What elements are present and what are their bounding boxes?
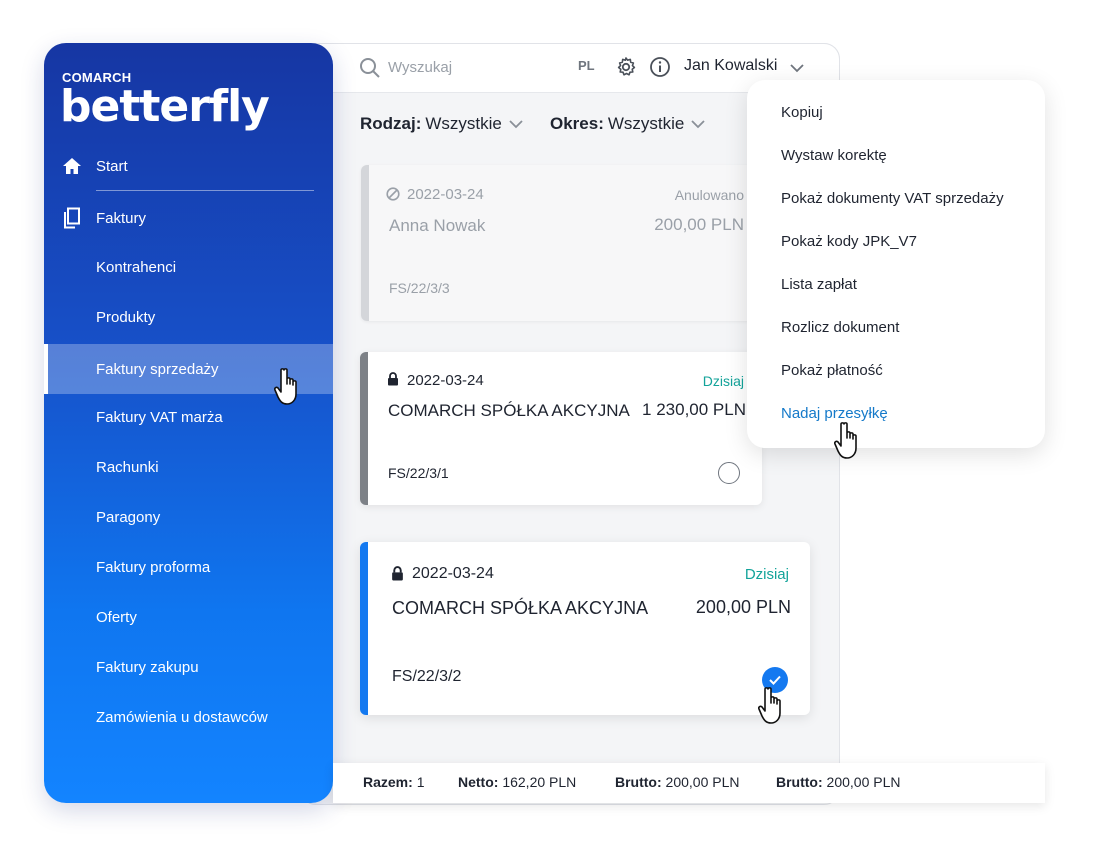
document-card[interactable]: 2022-03-24 Dzisiaj COMARCH SPÓŁKA AKCYJN… xyxy=(360,352,762,505)
sidebar-item-start[interactable]: Start xyxy=(44,141,333,191)
card-status-bar xyxy=(360,542,368,715)
sidebar-item-label: Rachunki xyxy=(96,458,159,476)
document-date: 2022-03-24 xyxy=(407,372,484,389)
filter-kind-label: Rodzaj: xyxy=(360,114,422,133)
sidebar-item-label: Paragony xyxy=(96,508,161,526)
sidebar-item-label: Faktury proforma xyxy=(96,558,211,576)
filter-period-label: Okres: xyxy=(550,114,604,133)
sidebar-item-paragony[interactable]: Paragony xyxy=(44,492,333,542)
document-amount: 200,00 PLN xyxy=(654,215,744,234)
summary-gross: Brutto: 200,00 PLN xyxy=(615,774,740,790)
lock-icon xyxy=(392,566,403,581)
document-contractor: COMARCH SPÓŁKA AKCYJNA xyxy=(392,598,649,618)
sidebar-item-kontrahenci[interactable]: Kontrahenci xyxy=(44,242,333,292)
sidebar-item-faktury[interactable]: Faktury xyxy=(44,193,333,243)
cancelled-icon xyxy=(386,187,400,201)
document-contractor: COMARCH SPÓŁKA AKCYJNA xyxy=(388,401,630,420)
hand-cursor-icon xyxy=(834,422,857,459)
document-card[interactable]: 2022-03-24 Anulowano Anna Nowak 200,00 P… xyxy=(361,165,756,321)
document-card[interactable]: 2022-03-24 Dzisiaj COMARCH SPÓŁKA AKCYJN… xyxy=(360,542,810,715)
documents-icon xyxy=(62,207,82,229)
summary-gross-value: 200,00 PLN xyxy=(665,774,740,790)
chevron-down-icon xyxy=(509,120,523,129)
sidebar-divider xyxy=(96,190,314,191)
sidebar-item-label: Produkty xyxy=(96,308,156,326)
summary-gross2-label: Brutto: xyxy=(776,774,823,790)
sidebar-item-faktury-zakupu[interactable]: Faktury zakupu xyxy=(44,642,333,692)
sidebar-item-label: Faktury sprzedaży xyxy=(96,360,219,378)
sidebar-item-oferty[interactable]: Oferty xyxy=(44,592,333,642)
document-status: Anulowano xyxy=(674,187,744,203)
chevron-down-icon xyxy=(691,120,706,129)
document-amount: 1 230,00 PLN xyxy=(642,400,746,419)
info-icon[interactable] xyxy=(649,56,671,83)
document-status: Dzisiaj xyxy=(744,566,789,583)
sidebar-item-label: Oferty xyxy=(96,608,137,626)
sidebar-item-label: Faktury xyxy=(96,209,147,227)
user-menu[interactable]: Jan Kowalski xyxy=(684,57,777,75)
select-checkbox[interactable] xyxy=(718,462,740,484)
context-menu: Kopiuj Wystaw korektę Pokaż dokumenty VA… xyxy=(747,80,1045,448)
summary-net: Netto: 162,20 PLN xyxy=(458,774,576,790)
document-number: FS/22/3/2 xyxy=(392,668,462,685)
language-switch[interactable]: PL xyxy=(578,58,595,73)
lock-icon xyxy=(388,372,398,386)
sidebar-item-label: Zamówienia u dostawców xyxy=(96,708,268,726)
brand-logo: betterfly xyxy=(60,81,270,132)
card-status-bar xyxy=(361,165,369,321)
home-icon xyxy=(62,156,82,176)
search-input[interactable]: Wyszukaj xyxy=(388,59,452,76)
card-status-bar xyxy=(360,352,368,505)
document-date: 2022-03-24 xyxy=(412,565,494,582)
document-number: FS/22/3/3 xyxy=(389,280,450,296)
summary-total-label: Razem: xyxy=(363,774,413,790)
hand-cursor-icon xyxy=(758,687,781,724)
summary-gross-label: Brutto: xyxy=(615,774,662,790)
document-contractor: Anna Nowak xyxy=(389,216,486,235)
summary-gross2-value: 200,00 PLN xyxy=(826,774,901,790)
document-number: FS/22/3/1 xyxy=(388,465,449,481)
chevron-down-icon[interactable] xyxy=(790,60,804,78)
document-amount: 200,00 PLN xyxy=(695,597,791,617)
sidebar-item-label: Start xyxy=(96,157,128,175)
summary-gross-2: Brutto: 200,00 PLN xyxy=(776,774,901,790)
filter-period-value: Wszystkie xyxy=(607,114,685,133)
menu-item-rozlicz-dokument[interactable]: Rozlicz dokument xyxy=(781,319,899,336)
menu-item-lista-zaplat[interactable]: Lista zapłat xyxy=(781,276,857,293)
hand-cursor-icon xyxy=(274,368,297,405)
document-status: Dzisiaj xyxy=(702,373,744,389)
sidebar-item-zamowienia[interactable]: Zamówienia u dostawców xyxy=(44,692,333,742)
filter-period[interactable]: Okres: Wszystkie xyxy=(550,114,706,134)
sidebar-item-faktury-proforma[interactable]: Faktury proforma xyxy=(44,542,333,592)
document-date: 2022-03-24 xyxy=(407,186,484,203)
sidebar-item-rachunki[interactable]: Rachunki xyxy=(44,442,333,492)
sidebar-item-produkty[interactable]: Produkty xyxy=(44,292,333,342)
check-icon xyxy=(769,675,781,685)
filter-kind[interactable]: Rodzaj: Wszystkie xyxy=(360,114,524,134)
menu-item-pokaz-kody-jpk[interactable]: Pokaż kody JPK_V7 xyxy=(781,233,917,250)
summary-total-value: 1 xyxy=(416,774,425,790)
sidebar-item-label: Kontrahenci xyxy=(96,258,177,276)
gear-icon[interactable] xyxy=(615,56,637,83)
summary-net-label: Netto: xyxy=(458,774,499,790)
summary-net-value: 162,20 PLN xyxy=(502,774,577,790)
summary-footer: Razem: 1 Netto: 162,20 PLN Brutto: 200,0… xyxy=(333,763,1045,803)
sidebar-item-label: Faktury VAT marża xyxy=(96,408,223,426)
menu-item-pokaz-platnosc[interactable]: Pokaż płatność xyxy=(781,362,883,379)
summary-total: Razem: 1 xyxy=(363,774,424,790)
sidebar-item-label: Faktury zakupu xyxy=(96,658,199,676)
search-icon[interactable] xyxy=(359,57,381,84)
sidebar: COMARCH betterfly Start Faktury Kontrahe… xyxy=(44,43,333,803)
menu-item-kopiuj[interactable]: Kopiuj xyxy=(781,104,823,121)
menu-item-wystaw-korekte[interactable]: Wystaw korektę xyxy=(781,147,887,164)
filter-kind-value: Wszystkie xyxy=(425,114,502,133)
menu-item-nadaj-przesylke[interactable]: Nadaj przesyłkę xyxy=(781,405,888,422)
menu-item-pokaz-dokumenty-vat[interactable]: Pokaż dokumenty VAT sprzedaży xyxy=(781,190,1004,207)
